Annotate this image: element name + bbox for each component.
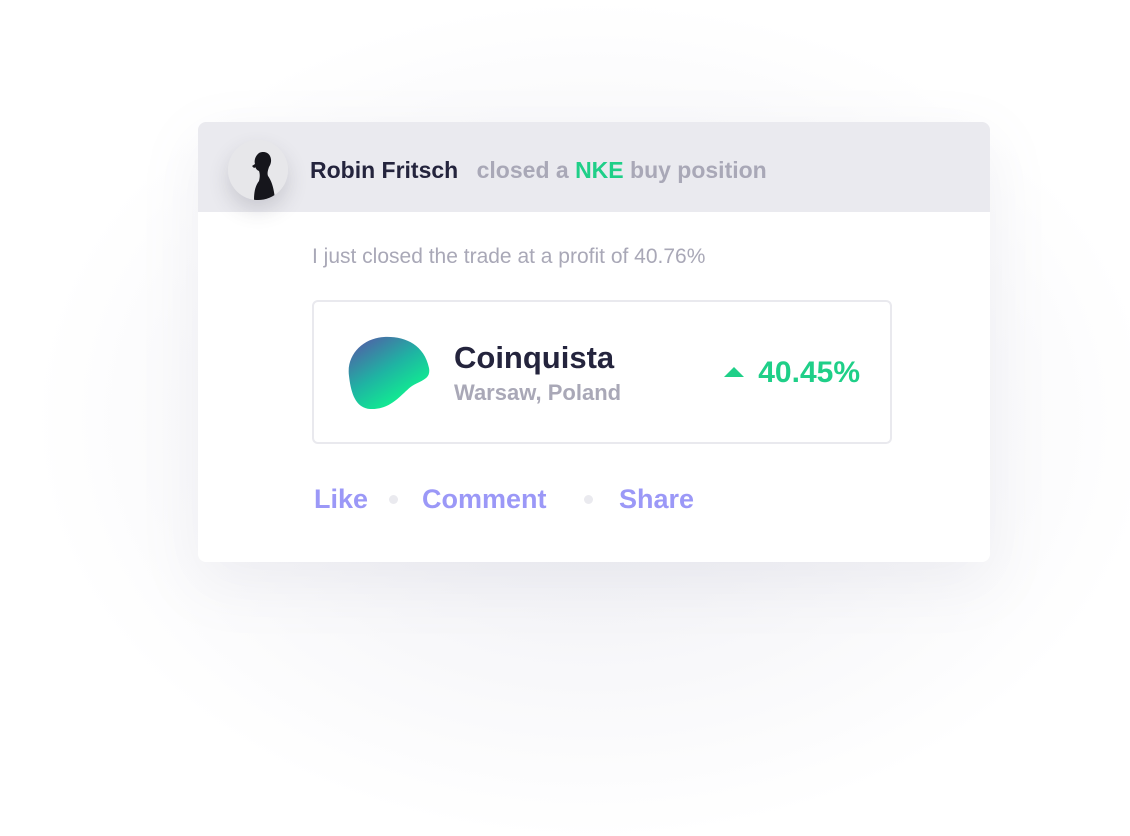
post-headline: Robin Fritsch closed a NKE buy position xyxy=(310,156,767,184)
company-name: Coinquista xyxy=(454,340,615,375)
page-background: Robin Fritsch closed a NKE buy position … xyxy=(0,0,1130,836)
social-post-card: Robin Fritsch closed a NKE buy position … xyxy=(198,122,990,562)
post-header: Robin Fritsch closed a NKE buy position xyxy=(198,122,990,212)
post-message: I just closed the trade at a profit of 4… xyxy=(312,245,706,268)
company-logo-icon xyxy=(348,336,430,410)
ticker-link[interactable]: NKE xyxy=(575,157,624,183)
comment-button[interactable]: Comment xyxy=(422,482,547,516)
separator-dot xyxy=(389,495,398,504)
action-suffix: buy position xyxy=(630,157,767,183)
action-prefix: closed a xyxy=(476,157,569,183)
stock-summary-card[interactable]: Coinquista Warsaw, Poland 40.45% xyxy=(312,300,892,444)
like-button[interactable]: Like xyxy=(314,482,368,516)
price-change-value: 40.45% xyxy=(758,356,860,389)
person-silhouette-icon xyxy=(228,140,288,200)
avatar[interactable] xyxy=(228,140,288,200)
separator-dot xyxy=(584,495,593,504)
user-name-link[interactable]: Robin Fritsch xyxy=(310,157,458,183)
arrow-up-icon xyxy=(724,367,745,377)
share-button[interactable]: Share xyxy=(619,482,694,516)
company-location: Warsaw, Poland xyxy=(454,380,622,405)
price-change: 40.45% xyxy=(724,356,860,390)
